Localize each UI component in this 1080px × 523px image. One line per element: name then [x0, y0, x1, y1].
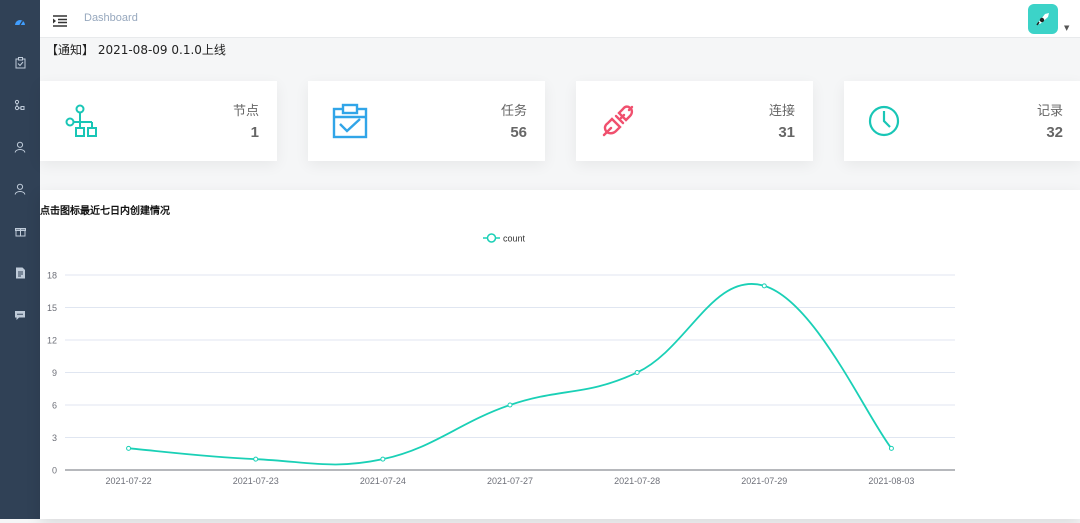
- data-point: [126, 445, 132, 451]
- legend-marker: [486, 233, 497, 243]
- top-navbar: Dashboard ▼: [40, 0, 1080, 38]
- sidebar-item-logs[interactable]: [12, 265, 28, 281]
- stat-card-tasks[interactable]: 任务 56: [308, 81, 545, 161]
- task-clipboard-icon: [332, 103, 368, 139]
- y-tick-label: 0: [52, 466, 57, 476]
- chat-icon: [15, 310, 25, 320]
- node-tree-icon: [64, 103, 100, 139]
- x-tick-label: 2021-07-29: [741, 476, 787, 486]
- y-tick-label: 3: [52, 433, 57, 443]
- gift-icon: [14, 227, 26, 236]
- x-tick-label: 2021-07-23: [233, 476, 279, 486]
- stat-card-nodes[interactable]: 节点 1: [40, 81, 277, 161]
- sidebar-item-tasks[interactable]: [12, 55, 28, 71]
- card-title: 节点: [232, 104, 259, 119]
- sidebar-item-messages[interactable]: [12, 307, 28, 323]
- sidebar-item-dashboard[interactable]: [12, 13, 28, 29]
- notice-text: 【通知】 2021-08-09 0.1.0上线: [46, 43, 226, 57]
- x-tick-label: 2021-07-28: [614, 476, 660, 486]
- legend-label: count: [503, 234, 526, 244]
- data-point: [380, 456, 386, 462]
- card-value: 31: [778, 124, 795, 141]
- x-tick-label: 2021-07-24: [360, 476, 406, 486]
- rocket-avatar-icon: [1036, 13, 1049, 26]
- y-tick-label: 15: [47, 303, 57, 313]
- data-point: [888, 445, 894, 451]
- stat-card-records[interactable]: 记录 32: [844, 81, 1080, 161]
- card-title: 任务: [500, 104, 527, 119]
- sidebar-item-users[interactable]: [12, 139, 28, 155]
- y-tick-label: 18: [47, 271, 57, 281]
- card-value: 1: [250, 124, 259, 141]
- user-icon: [14, 183, 26, 195]
- data-point: [634, 370, 640, 375]
- sidebar-item-nodes[interactable]: [12, 97, 28, 113]
- y-tick-label: 12: [47, 336, 57, 346]
- y-tick-label: 9: [52, 368, 57, 378]
- x-tick-label: 2021-07-27: [487, 476, 533, 486]
- plug-connection-icon: [600, 103, 636, 139]
- data-point: [253, 456, 259, 462]
- data-point: [507, 402, 513, 408]
- stat-card-connections[interactable]: 连接 31: [576, 81, 813, 161]
- avatar[interactable]: [1028, 4, 1058, 34]
- x-tick-label: 2021-08-03: [868, 476, 914, 486]
- card-title: 记录: [1036, 104, 1063, 119]
- sidebar-item-accounts[interactable]: [12, 181, 28, 197]
- dropdown-caret-icon[interactable]: ▼: [1064, 24, 1069, 32]
- data-point: [761, 283, 767, 289]
- chart-heading: 点击图标最近七日内创建情况: [40, 206, 170, 217]
- sidebar-item-gifts[interactable]: [12, 223, 28, 239]
- menu-toggle-icon[interactable]: [53, 12, 67, 27]
- chart-panel: 点击图标最近七日内创建情况 0 3 6 9 12 15 18 2021-07-22 2021-0…: [40, 190, 1080, 519]
- card-value: 56: [510, 124, 527, 141]
- clock-icon: [868, 103, 904, 139]
- x-tick-label: 2021-07-22: [106, 476, 152, 486]
- sidebar: [0, 0, 40, 519]
- breadcrumb[interactable]: Dashboard: [84, 12, 138, 24]
- network-node-icon: [14, 99, 25, 111]
- card-value: 32: [1046, 124, 1063, 141]
- y-tick-label: 6: [52, 401, 57, 411]
- user-icon: [14, 141, 26, 153]
- document-icon: [15, 267, 25, 279]
- clipboard-icon: [15, 57, 25, 69]
- dashboard-icon: [15, 20, 25, 26]
- line-chart: 0 3 6 9 12 15 18 2021-07-22 2021-07-23 2021-07-24…: [47, 233, 955, 486]
- card-title: 连接: [768, 104, 795, 119]
